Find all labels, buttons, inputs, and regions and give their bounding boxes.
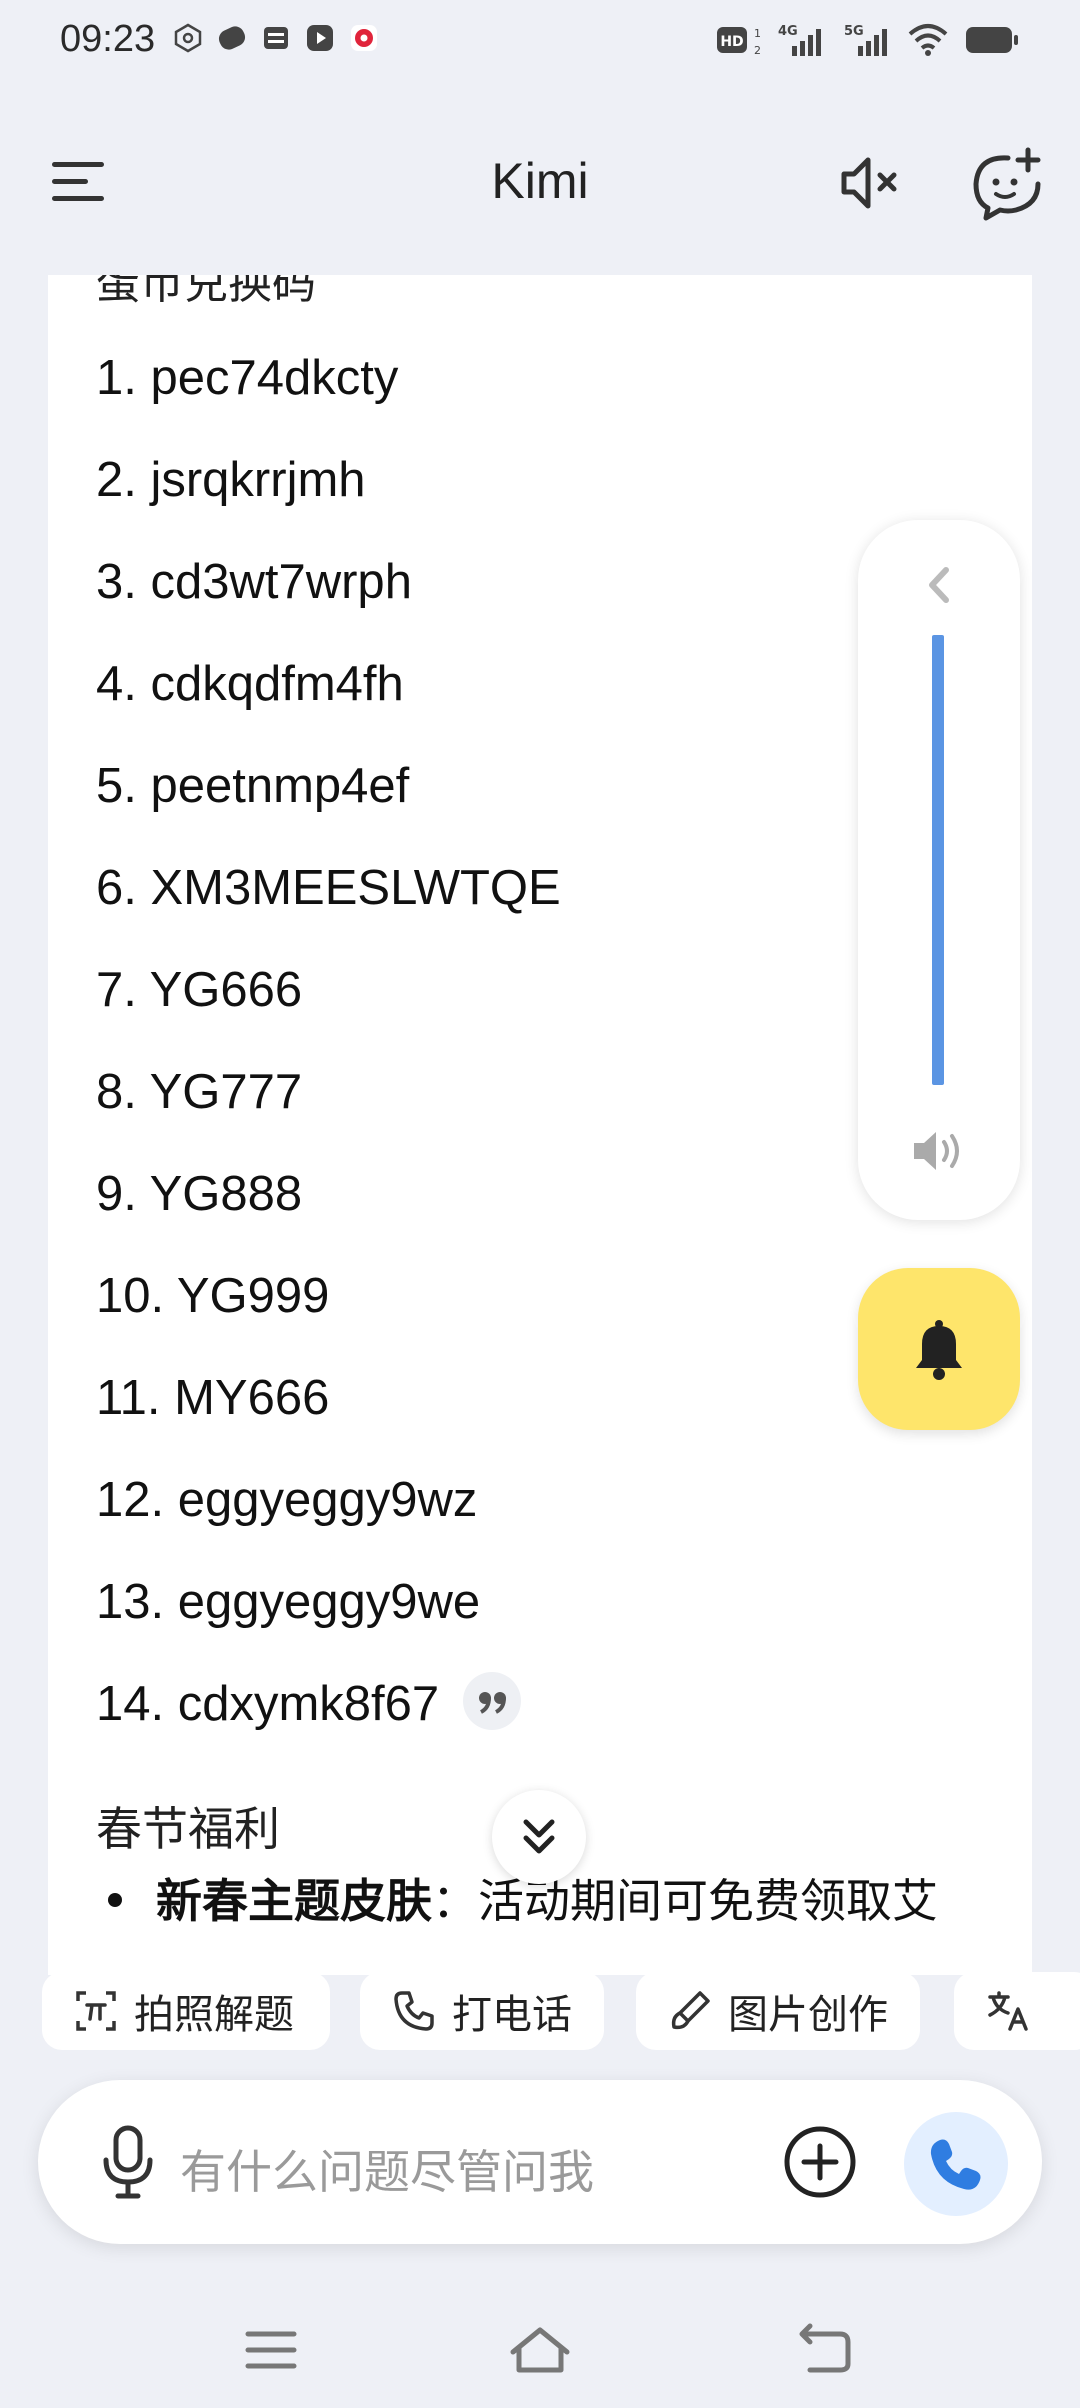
phone-icon xyxy=(394,1991,434,2031)
status-left-icons xyxy=(172,22,380,54)
code-item: 1. pec74dkcty xyxy=(96,351,399,405)
speaker-icon xyxy=(914,1132,959,1170)
voice-input-button[interactable] xyxy=(88,2120,168,2204)
5g-signal-icon: 5G xyxy=(844,24,887,56)
back-button[interactable] xyxy=(790,2320,860,2380)
play-icon xyxy=(307,25,333,51)
code-item-last: 14. cdxymk8f67 xyxy=(96,1672,521,1736)
plus-circle-icon xyxy=(784,2126,856,2198)
section-title: 春节福利 xyxy=(96,1803,280,1855)
wifi-icon xyxy=(908,24,948,56)
chip-call[interactable]: 打电话 xyxy=(360,1972,604,2050)
recent-apps-icon xyxy=(245,2331,297,2369)
message-input[interactable]: 有什么问题尽管问我 xyxy=(180,2136,594,2202)
hd2-icon: HD 1 2 xyxy=(717,27,760,57)
code-item: 5. peetnmp4ef xyxy=(96,759,410,813)
wallet-icon xyxy=(264,27,288,49)
code-item-text: 14. cdxymk8f67 xyxy=(96,1677,440,1731)
page-title: Kimi xyxy=(491,153,589,209)
chip-label: 打电话 xyxy=(452,1993,572,2037)
chevron-left-icon xyxy=(929,567,949,603)
double-chevron-down-icon xyxy=(523,1819,555,1854)
quick-actions: 拍照解题 打电话 图片创作 xyxy=(42,1972,1080,2052)
phone-call-icon xyxy=(930,2139,981,2190)
back-icon xyxy=(799,2323,851,2373)
code-item: 7. YG666 xyxy=(96,963,303,1017)
code-item: 2. jsrqkrrjmh xyxy=(96,453,366,507)
volume-speaker xyxy=(910,1128,968,1174)
code-item: 3. cd3wt7wrph xyxy=(96,555,412,609)
scroll-down-button[interactable] xyxy=(492,1790,586,1884)
code-item: 4. cdkqdfm4fh xyxy=(96,657,404,711)
5g-label: 5G xyxy=(844,24,864,39)
new-chat-button[interactable] xyxy=(968,144,1048,224)
code-item: 11. MY666 xyxy=(96,1371,330,1425)
system-nav-bar xyxy=(0,2300,1080,2408)
volume-collapse-button[interactable] xyxy=(916,560,962,610)
recent-apps-button[interactable] xyxy=(236,2320,306,2380)
partial-heading: 蛋币兑换码 xyxy=(96,275,316,308)
svg-text:1: 1 xyxy=(754,27,760,40)
home-button[interactable] xyxy=(505,2320,575,2380)
speaker-mute-icon xyxy=(841,157,897,209)
citation-quote-button[interactable] xyxy=(462,1672,521,1731)
new-chat-icon xyxy=(973,147,1041,221)
app-header: Kimi xyxy=(0,130,1080,230)
bell-button[interactable] xyxy=(858,1268,1020,1430)
code-item: 13. eggyeggy9we xyxy=(96,1575,481,1629)
svg-text:2: 2 xyxy=(754,44,760,57)
voice-call-button[interactable] xyxy=(904,2112,1008,2216)
bullet-dot xyxy=(108,1893,122,1907)
bell-icon xyxy=(916,1320,962,1380)
4g-label: 4G xyxy=(778,24,798,39)
microphone-icon xyxy=(103,2125,153,2199)
volume-slider[interactable] xyxy=(932,635,944,1085)
attach-button[interactable] xyxy=(780,2122,860,2202)
chip-image-create[interactable]: 图片创作 xyxy=(636,1972,920,2050)
mute-button[interactable] xyxy=(838,148,908,218)
status-time: 09:23 xyxy=(60,18,156,60)
4g-signal-icon: 4G xyxy=(778,24,821,56)
red-app-icon xyxy=(351,25,377,51)
settings-hex-icon xyxy=(174,23,202,53)
chip-label: 图片创作 xyxy=(728,1993,888,2037)
quote-icon xyxy=(478,1692,506,1714)
chat-input-bar: 有什么问题尽管问我 xyxy=(38,2080,1042,2244)
home-icon xyxy=(510,2327,570,2373)
volume-panel xyxy=(858,520,1020,1220)
chip-label: 拍照解题 xyxy=(134,1993,294,2037)
chip-translate[interactable] xyxy=(954,1972,1080,2050)
code-item: 8. YG777 xyxy=(96,1065,303,1119)
code-item: 12. eggyeggy9wz xyxy=(96,1473,478,1527)
hd-label: HD xyxy=(720,34,743,50)
bullet-bold: 新春主题皮肤 xyxy=(156,1875,432,1927)
code-item: 6. XM3MEESLWTQE xyxy=(96,861,561,915)
chip-photo-solve[interactable]: 拍照解题 xyxy=(42,1972,330,2050)
code-item: 10. YG999 xyxy=(96,1269,330,1323)
scan-formula-icon xyxy=(76,1991,116,2031)
status-right-icons: HD 1 2 4G 5G xyxy=(716,22,1020,58)
battery-icon xyxy=(966,27,1018,53)
brush-icon xyxy=(671,1991,710,2030)
translate-icon xyxy=(988,1991,1028,2031)
code-item: 9. YG888 xyxy=(96,1167,303,1221)
link-app-icon xyxy=(218,26,246,50)
status-bar: 09:23 HD 1 2 4G 5G xyxy=(0,0,1080,82)
